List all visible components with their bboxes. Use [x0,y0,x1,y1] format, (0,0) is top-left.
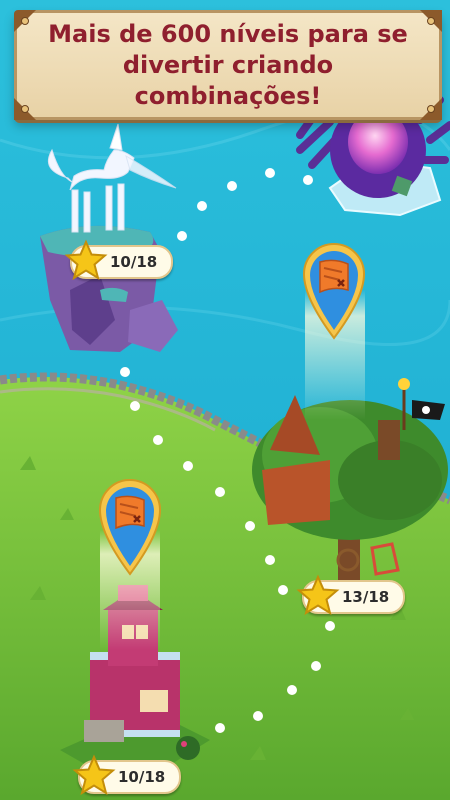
star-icon [64,239,108,281]
banner-rivet [427,105,435,113]
star-icon [296,574,340,616]
level-progress-label: 10/18 [110,253,158,271]
banner-rivet [21,17,29,25]
path-dot [325,621,335,631]
level-progress-label: 10/18 [118,768,166,786]
banner-headline: Mais de 600 níveis para se divertir cria… [48,19,408,110]
level-progress-label: 13/18 [342,588,390,606]
path-dot [311,661,321,671]
path-dot [183,461,193,471]
path-dot [215,723,225,733]
path-dot [153,435,163,445]
path-dot [245,521,255,531]
path-dot [265,555,275,565]
treasure-map-icon [302,243,366,340]
path-dot [253,711,263,721]
banner-rivet [427,17,435,25]
path-dot [303,175,313,185]
path-dot [287,685,297,695]
level-badge[interactable]: 10/18 [64,239,174,281]
star-icon [72,754,116,796]
path-dot [197,201,207,211]
treasure-map-icon [98,479,162,576]
path-dot [227,181,237,191]
treasure-map-pin[interactable] [298,236,370,340]
path-dot [120,367,130,377]
banner-rivet [21,105,29,113]
level-badge[interactable]: 13/18 [296,574,406,616]
path-dot [278,585,288,595]
path-dot [177,231,187,241]
path-dot [130,401,140,411]
promo-banner: Mais de 600 níveis para se divertir cria… [14,10,442,120]
path-dot [215,487,225,497]
path-dot [265,168,275,178]
level-badge[interactable]: 10/18 [72,754,182,796]
world-map [0,0,450,800]
treasure-map-pin[interactable] [94,472,166,576]
